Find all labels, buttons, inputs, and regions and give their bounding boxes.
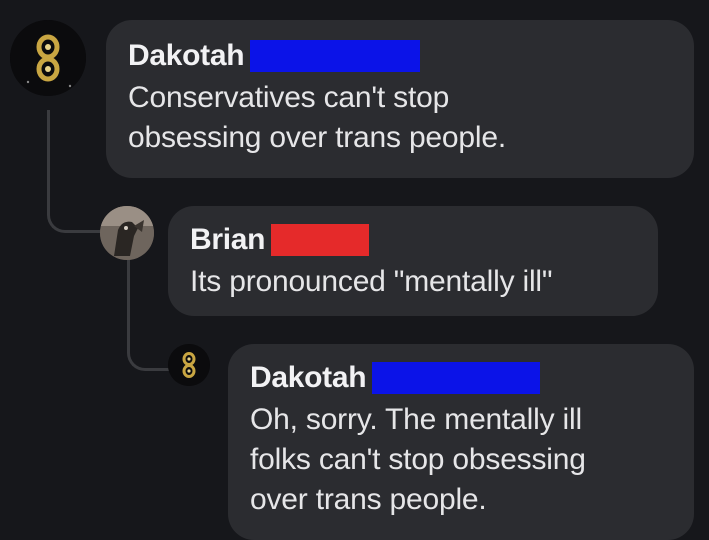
comment-text-line: over trans people. [250, 483, 487, 516]
comment-text-line: Its pronounced "mentally ill" [190, 265, 553, 298]
avatar-dakotah[interactable] [10, 20, 86, 96]
redaction-bar [271, 224, 370, 256]
comment-text-line: Oh, sorry. The mentally ill [250, 403, 582, 436]
avatar-brian[interactable] [100, 206, 154, 260]
comment-text: Its pronounced "mentally ill" [190, 262, 636, 302]
redaction-bar [250, 40, 421, 72]
comment-text: Oh, sorry. The mentally ill folks can't … [250, 400, 672, 520]
infinity-symbol-icon [168, 344, 210, 386]
comment-author[interactable]: Brian [190, 223, 265, 257]
profile-photo-icon [100, 206, 154, 260]
reply-bubble: Brian Its pronounced "mentally ill" [168, 206, 658, 316]
redaction-bar [372, 362, 541, 394]
avatar-dakotah[interactable] [168, 344, 210, 386]
comment-text-line: Conservatives can't stop [128, 81, 450, 114]
thread-connector-line [47, 110, 100, 233]
comment-text-line: folks can't stop obsessing [250, 443, 586, 476]
comment-author[interactable]: Dakotah [128, 39, 245, 73]
comment-thread: Dakotah Conservatives can't stop obsessi… [0, 0, 709, 540]
comment-author[interactable]: Dakotah [250, 361, 367, 395]
comment-bubble: Dakotah Conservatives can't stop obsessi… [106, 20, 694, 178]
comment-text-line: obsessing over trans people. [128, 121, 506, 154]
comment-text: Conservatives can't stop obsessing over … [128, 78, 672, 158]
reply-bubble: Dakotah Oh, sorry. The mentally ill folk… [228, 344, 694, 540]
infinity-symbol-icon [10, 20, 86, 96]
